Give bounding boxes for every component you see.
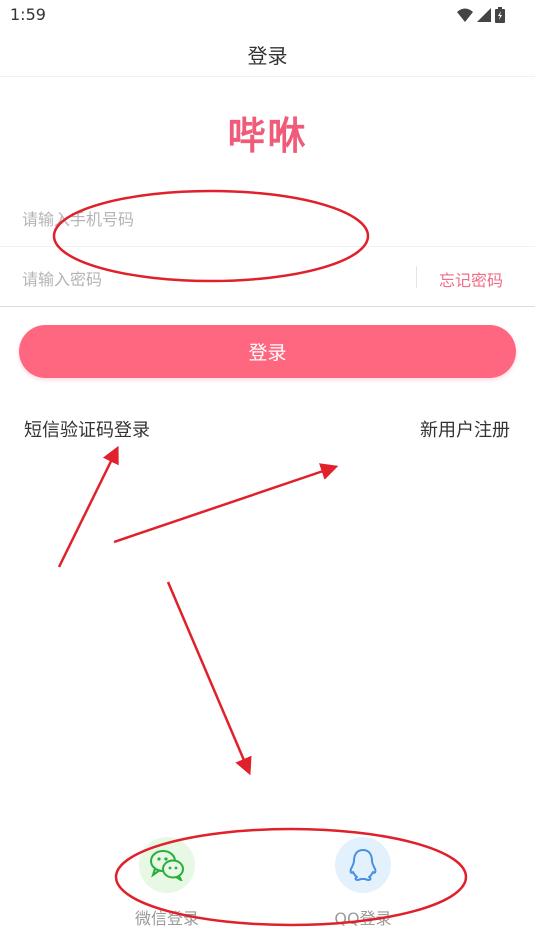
- annotation-arrow-social: [166, 581, 252, 776]
- annotation-arrow-sms: [57, 445, 119, 568]
- qq-icon: [349, 849, 377, 881]
- status-bar: 1:59: [0, 0, 535, 32]
- status-icons: [457, 7, 505, 23]
- annotation-arrow-register: [113, 463, 339, 544]
- wechat-icon: [150, 850, 184, 881]
- status-time: 1:59: [10, 5, 46, 24]
- wifi-icon: [457, 8, 473, 22]
- phone-input[interactable]: [20, 205, 394, 233]
- wechat-login-label: 微信登录: [134, 909, 199, 928]
- password-row: 忘记密码: [0, 248, 535, 307]
- wechat-login-button[interactable]: [139, 837, 195, 893]
- qq-login[interactable]: QQ登录: [318, 837, 408, 929]
- register-link[interactable]: 新用户注册: [420, 416, 510, 442]
- battery-icon: [495, 7, 505, 23]
- wechat-login[interactable]: 微信登录: [122, 837, 212, 929]
- signal-icon: [477, 8, 491, 22]
- navbar: 登录: [0, 32, 535, 77]
- forgot-password-link[interactable]: 忘记密码: [439, 267, 503, 291]
- password-input[interactable]: [20, 265, 394, 293]
- login-button[interactable]: 登录: [19, 325, 516, 378]
- app-logo: 哔咻: [0, 105, 535, 160]
- qq-login-button[interactable]: [335, 837, 391, 893]
- logo-text: 哔咻: [227, 114, 308, 158]
- page-title: 登录: [247, 44, 288, 68]
- phone-row: [0, 188, 535, 247]
- qq-login-label: QQ登录: [334, 909, 392, 928]
- input-divider: [416, 266, 417, 288]
- sms-login-link[interactable]: 短信验证码登录: [24, 416, 150, 442]
